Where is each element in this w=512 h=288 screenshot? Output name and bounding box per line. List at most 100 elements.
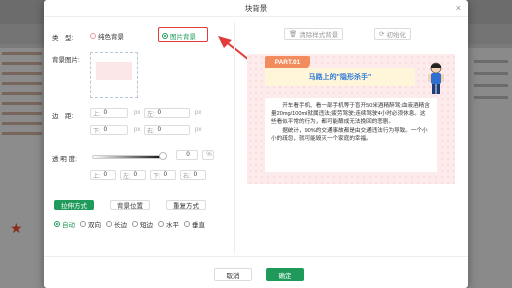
background-panel-line (474, 96, 508, 99)
background-text-line (2, 122, 42, 125)
background-text-line (2, 92, 42, 95)
opacity-label: 透 明 度: (52, 156, 77, 163)
input-prefix: 右: (147, 128, 155, 135)
dialog-footer: 取消 确定 (44, 256, 468, 288)
margin-bottom-input[interactable]: 下: 0 (90, 125, 128, 135)
star-icon: ★ (10, 220, 23, 236)
person-icon (428, 62, 444, 94)
margin-label: 边 距: (52, 113, 74, 120)
type-option-label: 纯色背景 (98, 34, 124, 41)
stretch-option-label: 短边 (140, 222, 153, 229)
stretch-option-short[interactable]: 短边 (132, 219, 153, 229)
background-panel-line (474, 84, 508, 87)
settings-panel: 类 型: 纯色背景 图片背景 背景图片: 边 距: 上: 0 px 左: 0 p… (52, 24, 232, 254)
opacity-unit: % (202, 150, 214, 160)
button-label: 清除样式背景 (299, 32, 339, 39)
input-value: 0 (157, 110, 162, 116)
radio-icon (54, 221, 60, 227)
input-prefix: 上: (93, 111, 101, 118)
panel-divider (234, 22, 235, 254)
block-background-dialog: 块背景 × 类 型: 纯色背景 图片背景 背景图片: 边 距: 上: 0 px … (44, 0, 468, 288)
trash-icon: 🗑 (289, 31, 298, 38)
unit-label: px (195, 110, 202, 116)
stretch-option-both[interactable]: 双向 (80, 219, 101, 229)
unit-label: px (134, 110, 141, 116)
preview-panel: 🗑 清除样式背景 ⟳ 初始化 PART.01 马路上的"隐形杀手" 开车看手机、… (240, 24, 464, 254)
background-panel-line (474, 60, 508, 63)
opacity-slider[interactable] (92, 155, 164, 159)
stretch-option-label: 垂直 (192, 222, 205, 229)
ok-button[interactable]: 确定 (266, 268, 304, 281)
stretch-option-horizontal[interactable]: 水平 (158, 219, 179, 229)
radio-icon (158, 221, 164, 227)
input-prefix: 下: (153, 173, 161, 180)
background-text-line (2, 62, 42, 65)
input-value: 0 (186, 152, 190, 158)
stretch-option-label: 自动 (62, 222, 75, 229)
input-value: 0 (163, 172, 168, 178)
reset-button[interactable]: ⟳ 初始化 (374, 28, 411, 40)
stretch-option-long[interactable]: 长边 (106, 219, 127, 229)
background-panel-line (474, 72, 508, 75)
stretch-option-label: 双向 (88, 222, 101, 229)
input-prefix: 左: (123, 173, 131, 180)
preview-body: 开车看手机、看一部手机等于盲开50米酒精醉驾;血液酒精含量20mg/100ml就… (265, 98, 437, 172)
crop-bottom-input[interactable]: 下: 0 (150, 170, 176, 180)
radio-icon (184, 221, 190, 227)
highlight-box (158, 27, 208, 42)
bg-image-upload[interactable] (90, 52, 138, 98)
input-value: 0 (103, 172, 108, 178)
type-option-solid[interactable]: 纯色背景 (90, 31, 124, 41)
input-prefix: 上: (93, 173, 101, 180)
cancel-button[interactable]: 取消 (214, 268, 252, 281)
input-value: 0 (133, 172, 138, 178)
background-text-line (2, 132, 42, 135)
crop-left-input[interactable]: 左: 0 (120, 170, 146, 180)
input-value: 0 (103, 127, 108, 133)
input-value: 0 (193, 172, 198, 178)
radio-icon (90, 33, 96, 39)
stretch-option-vertical[interactable]: 垂直 (184, 219, 205, 229)
input-prefix: 左: (147, 111, 155, 118)
opacity-slider-handle[interactable] (159, 152, 167, 160)
unit-label: px (195, 127, 202, 133)
stretch-option-label: 长边 (114, 222, 127, 229)
margin-left-input[interactable]: 左: 0 (144, 108, 190, 118)
bg-image-thumbnail (96, 62, 132, 80)
dialog-title: 块背景 (44, 0, 468, 17)
button-label: 初始化 (386, 32, 406, 39)
unit-label: % (206, 152, 212, 158)
input-prefix: 右: (183, 173, 191, 180)
crop-right-input[interactable]: 右: 0 (180, 170, 206, 180)
bg-position-button[interactable]: 背景位置 (110, 200, 150, 210)
radio-icon (106, 221, 112, 227)
input-value: 0 (157, 127, 162, 133)
background-text-line (2, 82, 42, 85)
stretch-option-label: 水平 (166, 222, 179, 229)
background-text-line (2, 102, 42, 105)
stretch-mode-button[interactable]: 拉伸方式 (54, 200, 94, 210)
opacity-input[interactable]: 0 (176, 150, 198, 160)
input-prefix: 下: (93, 128, 101, 135)
radio-icon (132, 221, 138, 227)
close-icon[interactable]: × (456, 3, 461, 13)
type-label: 类 型: (52, 35, 74, 42)
radio-icon (80, 221, 86, 227)
preview-paragraph: 开车看手机、看一部手机等于盲开50米酒精醉驾;血液酒精含量20mg/100ml就… (271, 103, 430, 126)
crop-top-input[interactable]: 上: 0 (90, 170, 116, 180)
preview-area: PART.01 马路上的"隐形杀手" 开车看手机、看一部手机等于盲开50米酒精醉… (247, 54, 455, 184)
preview-title: 马路上的"隐形杀手" (265, 68, 415, 86)
unit-label: px (134, 127, 141, 133)
background-text-line (2, 72, 42, 75)
stretch-option-auto[interactable]: 自动 (54, 219, 75, 229)
input-value: 0 (103, 110, 108, 116)
margin-right-input[interactable]: 右: 0 (144, 125, 190, 135)
clear-style-button[interactable]: 🗑 清除样式背景 (284, 28, 344, 40)
background-text-line (2, 52, 42, 55)
margin-top-input[interactable]: 上: 0 (90, 108, 128, 118)
refresh-icon: ⟳ (379, 31, 385, 38)
preview-paragraph: 据统计，90%的交通事故都是由交通违法行为导致。一个小小的疏忽，就可能毁灭一个家… (271, 127, 428, 142)
background-text-line (2, 112, 42, 115)
repeat-mode-button[interactable]: 重复方式 (166, 200, 206, 210)
bg-image-label: 背景图片: (52, 57, 80, 64)
